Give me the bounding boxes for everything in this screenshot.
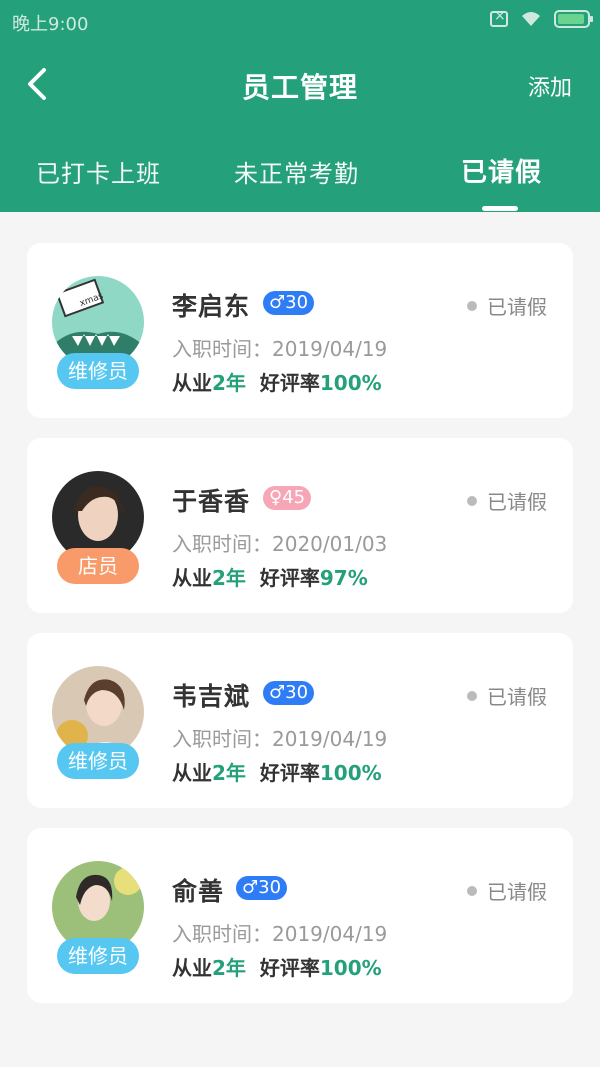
years-value: 2年 <box>212 761 246 785</box>
male-icon: ♂ <box>269 682 286 703</box>
status-icons <box>490 8 593 28</box>
page-title: 员工管理 <box>241 71 358 104</box>
join-date: 入职时间：2019/04/19 <box>172 727 388 751</box>
app-header: 晚上9:00 员工管理 添加 已打卡上班 未正常考勤 已请假 <box>0 0 600 212</box>
battery-icon <box>554 10 593 28</box>
years-value: 2年 <box>212 371 246 395</box>
status-text: 已请假 <box>487 685 547 709</box>
age: 45 <box>282 487 306 508</box>
employee-name: 李启东 <box>172 292 251 321</box>
status-bar: 晚上9:00 <box>0 0 600 40</box>
stats: 从业2年 好评率100% <box>172 956 382 980</box>
rating-value: 97% <box>319 566 368 590</box>
employee-card[interactable]: xmas 维修员 李启东 ♂30 已请假 入职时间：2019/04/19 从业2… <box>27 243 573 418</box>
active-tab-indicator <box>482 206 518 211</box>
tab-bar: 已打卡上班 未正常考勤 已请假 <box>0 150 600 212</box>
wifi-icon <box>522 12 540 26</box>
no-sim-icon <box>490 8 508 27</box>
years-value: 2年 <box>212 956 246 980</box>
employee-name: 俞善 <box>172 877 225 906</box>
gender-age-badge: ♂30 <box>263 681 315 705</box>
employee-card[interactable]: 维修员 俞善 ♂30 已请假 入职时间：2019/04/19 从业2年 好评率1… <box>27 828 573 1003</box>
rating-value: 100% <box>319 956 382 980</box>
status-text: 已请假 <box>487 880 547 904</box>
tab-abnormal-attendance[interactable]: 未正常考勤 <box>234 154 359 189</box>
status-text: 已请假 <box>487 490 547 514</box>
status-dot-icon <box>467 690 477 701</box>
years-value: 2年 <box>212 566 246 590</box>
leave-status: 已请假 <box>467 876 547 905</box>
gender-age-badge: ♀45 <box>263 486 312 510</box>
leave-status: 已请假 <box>467 291 547 320</box>
rating-value: 100% <box>319 371 382 395</box>
rating-value: 100% <box>319 761 382 785</box>
join-date: 入职时间：2020/01/03 <box>172 532 388 556</box>
tab-checked-in[interactable]: 已打卡上班 <box>36 154 161 189</box>
employee-name: 于香香 <box>172 487 251 516</box>
tab-on-leave[interactable]: 已请假 <box>461 152 542 189</box>
status-text: 已请假 <box>487 295 547 319</box>
stats: 从业2年 好评率100% <box>172 371 382 395</box>
role-badge: 店员 <box>57 548 139 584</box>
leave-status: 已请假 <box>467 681 547 710</box>
status-dot-icon <box>467 300 477 311</box>
status-dot-icon <box>467 885 477 896</box>
age: 30 <box>285 292 309 313</box>
male-icon: ♂ <box>269 292 286 313</box>
age: 30 <box>258 877 282 898</box>
employee-name: 韦吉斌 <box>172 682 251 711</box>
age: 30 <box>285 682 309 703</box>
gender-age-badge: ♂30 <box>263 291 315 315</box>
female-icon: ♀ <box>269 487 283 508</box>
add-button[interactable]: 添加 <box>528 70 572 102</box>
male-icon: ♂ <box>242 877 259 898</box>
join-date: 入职时间：2019/04/19 <box>172 922 388 946</box>
stats: 从业2年 好评率97% <box>172 566 368 590</box>
gender-age-badge: ♂30 <box>236 876 288 900</box>
role-badge: 维修员 <box>57 938 139 974</box>
stats: 从业2年 好评率100% <box>172 761 382 785</box>
role-badge: 维修员 <box>57 353 139 389</box>
employee-card[interactable]: 店员 于香香 ♀45 已请假 入职时间：2020/01/03 从业2年 好评率9… <box>27 438 573 613</box>
status-dot-icon <box>467 495 477 506</box>
role-badge: 维修员 <box>57 743 139 779</box>
employee-card[interactable]: 维修员 韦吉斌 ♂30 已请假 入职时间：2019/04/19 从业2年 好评率… <box>27 633 573 808</box>
join-date: 入职时间：2019/04/19 <box>172 337 388 361</box>
leave-status: 已请假 <box>467 486 547 515</box>
status-time: 晚上9:00 <box>12 14 89 35</box>
